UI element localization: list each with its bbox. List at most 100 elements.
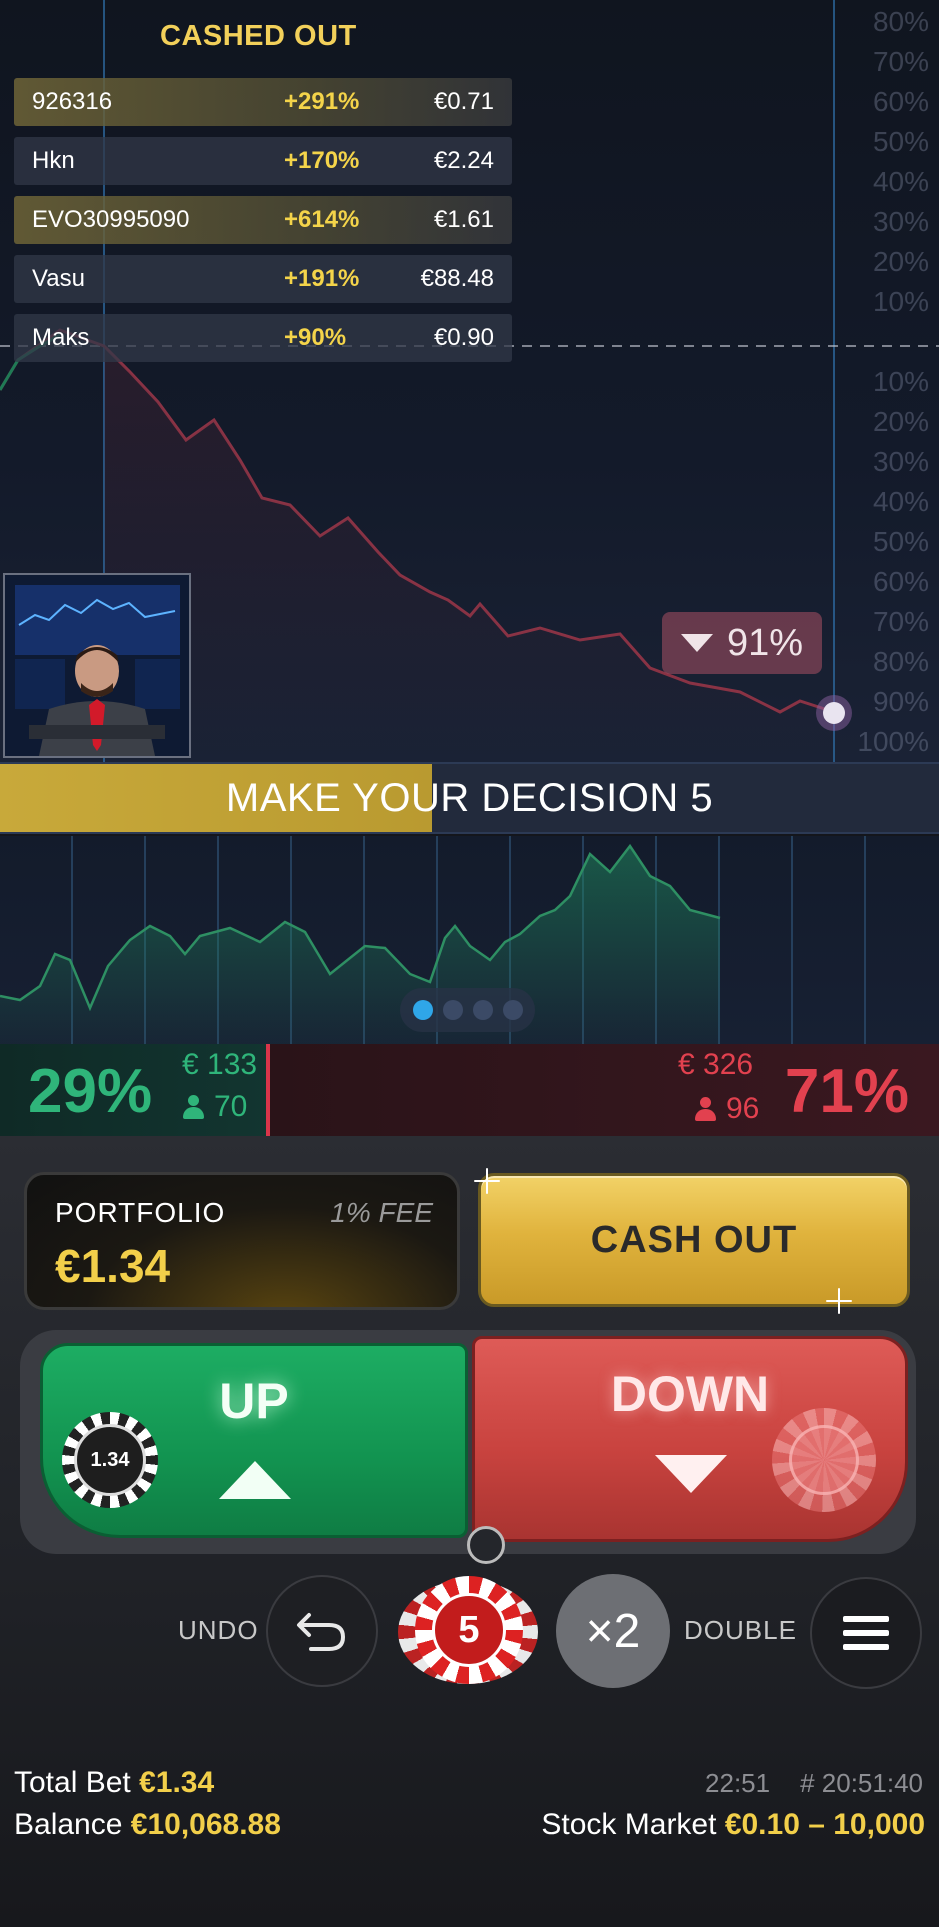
scale-label: 30% <box>872 446 929 477</box>
player-amount: €0.90 <box>433 324 494 351</box>
cashed-out-title: CASHED OUT <box>160 20 357 52</box>
pagination-dot[interactable] <box>502 1000 523 1020</box>
scale-label: 80% <box>872 646 929 677</box>
market-range: €0.10 – 10,000 <box>724 1808 925 1841</box>
cash-out-button[interactable]: CASH OUT <box>478 1173 910 1307</box>
bet-limits[interactable]: Stock Market €0.10 – 10,000 <box>541 1808 925 1842</box>
player-count-icon <box>182 1095 204 1119</box>
pagination-dot[interactable] <box>412 1000 433 1020</box>
pagination-dot[interactable] <box>442 1000 463 1020</box>
price-chart-area: 80% 70% 60% 50% 40% 30% 20% 10% 10% 20% … <box>0 0 939 762</box>
down-players-value: 96 <box>726 1092 760 1125</box>
round-info: 22:51 # 20:51:40 <box>705 1768 923 1799</box>
scale-label: 60% <box>872 566 929 597</box>
sentiment-bar: 29% € 133 70 € 326 96 71% <box>0 1044 939 1136</box>
chip-selector[interactable]: 5 <box>394 1574 544 1686</box>
down-bet-chip-placeholder <box>772 1408 876 1512</box>
up-arrow-icon <box>219 1461 291 1499</box>
up-bet-chip: 1.34 <box>62 1412 158 1508</box>
down-players: 96 <box>694 1092 759 1126</box>
scale-label: 90% <box>872 686 929 717</box>
portfolio-label: PORTFOLIO <box>55 1197 226 1228</box>
scale-label: 50% <box>872 526 929 557</box>
balance-value: €10,068.88 <box>130 1808 281 1841</box>
scale-label: 30% <box>872 206 929 237</box>
player-percent: +170% <box>284 147 360 174</box>
cashed-out-row: 926316 +291% €0.71 <box>14 78 512 126</box>
menu-icon <box>843 1616 889 1622</box>
player-name: Vasu <box>32 265 85 292</box>
scale-label: 10% <box>872 366 929 397</box>
balance-label: Balance <box>14 1808 123 1841</box>
round-id: # 20:51:40 <box>800 1768 923 1798</box>
player-amount: €1.61 <box>433 206 494 233</box>
double-label: DOUBLE <box>684 1615 797 1645</box>
double-button[interactable]: ×2 <box>556 1574 670 1688</box>
scale-label: 40% <box>872 486 929 517</box>
down-triangle-icon <box>680 634 713 652</box>
total-bet-label: Total Bet <box>14 1766 131 1799</box>
up-amount: € 133 <box>182 1048 258 1081</box>
scale-label: 60% <box>872 86 929 117</box>
player-count-icon <box>694 1097 716 1121</box>
selected-chip-value: 5 <box>432 1593 506 1667</box>
sparkle-icon <box>474 1168 500 1194</box>
menu-icon-bar <box>843 1630 889 1636</box>
player-percent: +291% <box>284 88 360 115</box>
cashed-out-row: Vasu +191% €88.48 <box>14 255 512 303</box>
up-players: 70 <box>182 1090 247 1124</box>
player-percent: +191% <box>284 265 360 292</box>
down-percent: 71% <box>784 1057 909 1126</box>
clock-time: 22:51 <box>705 1768 771 1798</box>
player-name: Hkn <box>32 147 75 174</box>
price-change-value: 91% <box>726 621 804 664</box>
down-arrow-icon <box>655 1455 727 1493</box>
scale-label: 40% <box>872 166 929 197</box>
cashed-out-row: EVO30995090 +614% €1.61 <box>14 196 512 244</box>
pagination-dot[interactable] <box>472 1000 493 1020</box>
selected-chip: 5 <box>415 1576 523 1684</box>
portfolio-box: PORTFOLIO 1% FEE €1.34 <box>24 1172 460 1310</box>
player-amount: €2.24 <box>433 147 494 174</box>
player-percent: +90% <box>284 324 347 351</box>
scale-label: 20% <box>872 246 929 277</box>
player-name: 926316 <box>32 88 113 115</box>
market-label: Stock Market <box>541 1808 717 1841</box>
cashed-out-row: Hkn +170% €2.24 <box>14 137 512 185</box>
total-bet: Total Bet €1.34 <box>14 1766 214 1800</box>
scale-label: 80% <box>872 6 929 37</box>
player-name: Maks <box>32 324 90 351</box>
up-players-value: 70 <box>214 1090 248 1123</box>
decision-timer-bar: MAKE YOUR DECISION 5 <box>0 762 939 834</box>
player-name: EVO30995090 <box>32 206 190 233</box>
scale-label: 70% <box>872 606 929 637</box>
chip-placeholder-icon <box>789 1425 859 1495</box>
undo-label: UNDO <box>178 1615 259 1645</box>
price-change-badge: 91% <box>662 612 822 674</box>
scale-label: 20% <box>872 406 929 437</box>
menu-button[interactable] <box>810 1577 922 1689</box>
menu-icon-bar <box>843 1644 889 1650</box>
scale-label: 10% <box>872 286 929 317</box>
sentiment-down: € 326 96 71% <box>270 1044 939 1136</box>
total-bet-value: €1.34 <box>139 1766 215 1799</box>
balance: Balance €10,068.88 <box>14 1808 281 1842</box>
host-video-thumbnail[interactable] <box>3 573 191 758</box>
portfolio-value: €1.34 <box>55 1240 171 1292</box>
scale-label: 100% <box>857 726 929 757</box>
portfolio-fee: 1% FEE <box>330 1197 433 1228</box>
decision-label: MAKE YOUR DECISION 5 <box>225 775 714 820</box>
cashed-out-row: Maks +90% €0.90 <box>14 314 512 362</box>
player-amount: €88.48 <box>420 265 494 292</box>
undo-button[interactable] <box>266 1575 378 1687</box>
player-amount: €0.71 <box>433 88 494 115</box>
sentiment-up: 29% € 133 70 <box>0 1044 270 1136</box>
chart-pagination <box>400 988 535 1032</box>
center-ring-icon <box>467 1526 505 1564</box>
down-amount: € 326 <box>678 1048 754 1081</box>
undo-icon <box>297 1613 346 1651</box>
up-percent: 29% <box>28 1057 153 1126</box>
up-bet-chip-value: 1.34 <box>74 1424 146 1496</box>
scale-label: 70% <box>872 46 929 77</box>
host-image <box>5 575 189 756</box>
